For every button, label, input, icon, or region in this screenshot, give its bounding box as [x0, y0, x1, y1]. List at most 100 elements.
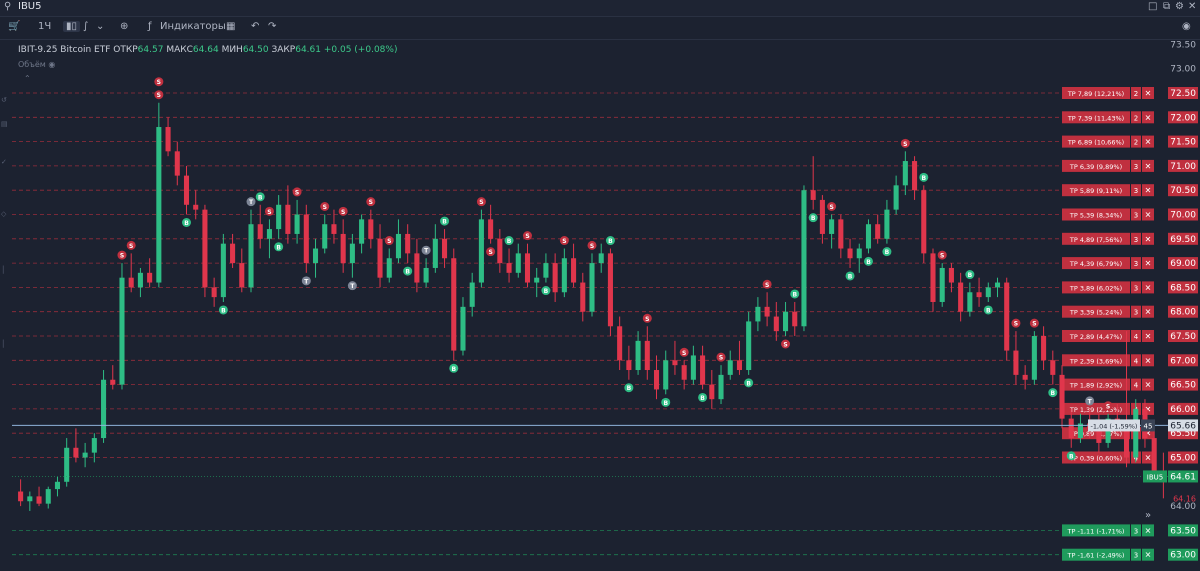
candle-body	[681, 365, 687, 380]
candle-body	[736, 360, 742, 371]
trade-marker-label: S	[525, 233, 529, 240]
close-icon[interactable]: ✕	[1145, 138, 1152, 147]
candle-body	[174, 151, 180, 176]
close-icon[interactable]: ✕	[1145, 454, 1152, 463]
trade-marker-label: S	[590, 243, 594, 250]
candle-body	[460, 306, 466, 351]
candle-body	[414, 253, 420, 283]
trade-marker-label: S	[1014, 321, 1018, 328]
close-icon[interactable]: ✕	[1145, 186, 1152, 195]
candle-body	[359, 219, 365, 244]
candle-body	[340, 233, 346, 264]
take-profit-label: TP 3,39 (5,24%)	[1069, 309, 1122, 317]
candle-body	[994, 282, 1001, 288]
tp-price-badge-label: 68.00	[1170, 308, 1196, 318]
trade-marker-label: S	[341, 209, 345, 216]
take-profit-label: TP 2,39 (3,69%)	[1069, 357, 1122, 365]
scroll-to-latest-icon[interactable]: »	[1145, 510, 1151, 521]
candle-body	[147, 272, 153, 283]
close-icon[interactable]: ✕	[1145, 356, 1152, 365]
close-icon[interactable]: ✕	[1145, 381, 1152, 390]
candle-body	[930, 253, 936, 302]
take-profit-qty: 3	[1134, 212, 1138, 220]
candle-body	[1031, 336, 1037, 380]
candle-body	[921, 190, 927, 254]
trade-marker-label: B	[544, 288, 549, 295]
candle-body	[202, 209, 208, 288]
candle-body	[948, 267, 954, 283]
candle-body	[524, 253, 531, 283]
take-profit-label: TP 6,89 (10,66%)	[1067, 139, 1124, 147]
tp-price-badge-label: 69.50	[1170, 235, 1196, 245]
take-profit-label: TP 5,89 (9,11%)	[1069, 187, 1122, 195]
trade-marker-label: B	[866, 259, 871, 266]
take-profit-qty: 3	[1134, 187, 1138, 195]
candle-body	[54, 481, 61, 490]
close-icon[interactable]: ✕	[1145, 526, 1152, 535]
trade-marker-label: S	[129, 243, 133, 250]
candle-body	[672, 360, 678, 366]
close-icon[interactable]: ✕	[1145, 332, 1152, 341]
candle-body	[442, 238, 448, 259]
trade-marker-label: S	[267, 209, 271, 216]
take-profit-qty: 3	[1134, 527, 1138, 535]
y-tick-label: 64.00	[1170, 502, 1196, 512]
tp-price-badge-label: 70.00	[1170, 211, 1196, 221]
trade-marker-label: B	[627, 385, 632, 392]
candle-body	[829, 219, 835, 234]
close-icon[interactable]: ✕	[1145, 259, 1152, 268]
candle-body	[847, 248, 853, 259]
candle-body	[1068, 418, 1074, 439]
trade-marker-label: B	[276, 244, 281, 251]
close-icon[interactable]: ✕	[1145, 235, 1152, 244]
take-profit-label: TP 4,39 (6,79%)	[1069, 260, 1122, 268]
close-icon[interactable]: ✕	[1145, 89, 1152, 98]
candle-body	[571, 258, 577, 283]
take-profit-label: TP 2,89 (4,47%)	[1069, 333, 1122, 341]
close-icon[interactable]: ✕	[1145, 211, 1152, 220]
tp-price-badge-label: 71.00	[1170, 162, 1196, 172]
candle-body	[1022, 374, 1028, 380]
candle-body	[718, 374, 724, 400]
candle-body	[838, 219, 844, 249]
candle-body	[561, 258, 567, 293]
take-profit-label: TP 1,39 (2,15%)	[1069, 406, 1122, 414]
candle-body	[792, 311, 798, 327]
trade-marker-label: S	[369, 199, 373, 206]
candle-body	[349, 243, 355, 264]
candle-body	[1151, 438, 1157, 473]
trade-marker-label: S	[479, 199, 483, 206]
trade-marker-label: B	[221, 307, 226, 314]
candle-body	[18, 491, 24, 502]
close-icon[interactable]: ✕	[1145, 162, 1152, 171]
take-profit-label: TP 4,89 (7,56%)	[1069, 236, 1122, 244]
candle-body	[773, 316, 779, 332]
candle-body	[405, 233, 411, 254]
trade-marker-label: S	[562, 238, 566, 245]
candle-body	[626, 360, 632, 371]
take-profit-qty: 2	[1134, 139, 1138, 147]
last-price-symbol: IBU5	[1147, 473, 1163, 481]
candle-body	[294, 214, 300, 234]
take-profit-label: TP 1,89 (2,92%)	[1069, 382, 1122, 390]
close-icon[interactable]: ✕	[1145, 113, 1152, 122]
candle-body	[303, 214, 309, 264]
close-icon[interactable]: ✕	[1145, 283, 1152, 292]
candle-body	[534, 277, 540, 283]
candle-body	[884, 209, 890, 239]
take-profit-label: TP 3,89 (6,02%)	[1069, 284, 1122, 292]
close-icon[interactable]: ✕	[1145, 551, 1152, 560]
price-chart[interactable]: 73.50 73.00 72.50 72.00 71.50 71.00 70.50 70.00…	[0, 0, 1200, 571]
tp-price-badge-label: 66.00	[1170, 405, 1196, 415]
close-icon[interactable]: ✕	[1145, 308, 1152, 317]
take-profit-qty: 3	[1134, 236, 1138, 244]
tp-price-badge-label: 65.00	[1170, 454, 1196, 464]
trade-marker-label: B	[848, 273, 853, 280]
candle-body	[976, 292, 982, 298]
trade-marker-label: B	[792, 291, 797, 298]
candle-body	[248, 224, 254, 288]
last-price-label: 64.61	[1170, 472, 1196, 482]
position-price-label: 65.66	[1170, 421, 1196, 431]
trade-marker-label: B	[1069, 453, 1074, 460]
candle-body	[82, 452, 88, 458]
